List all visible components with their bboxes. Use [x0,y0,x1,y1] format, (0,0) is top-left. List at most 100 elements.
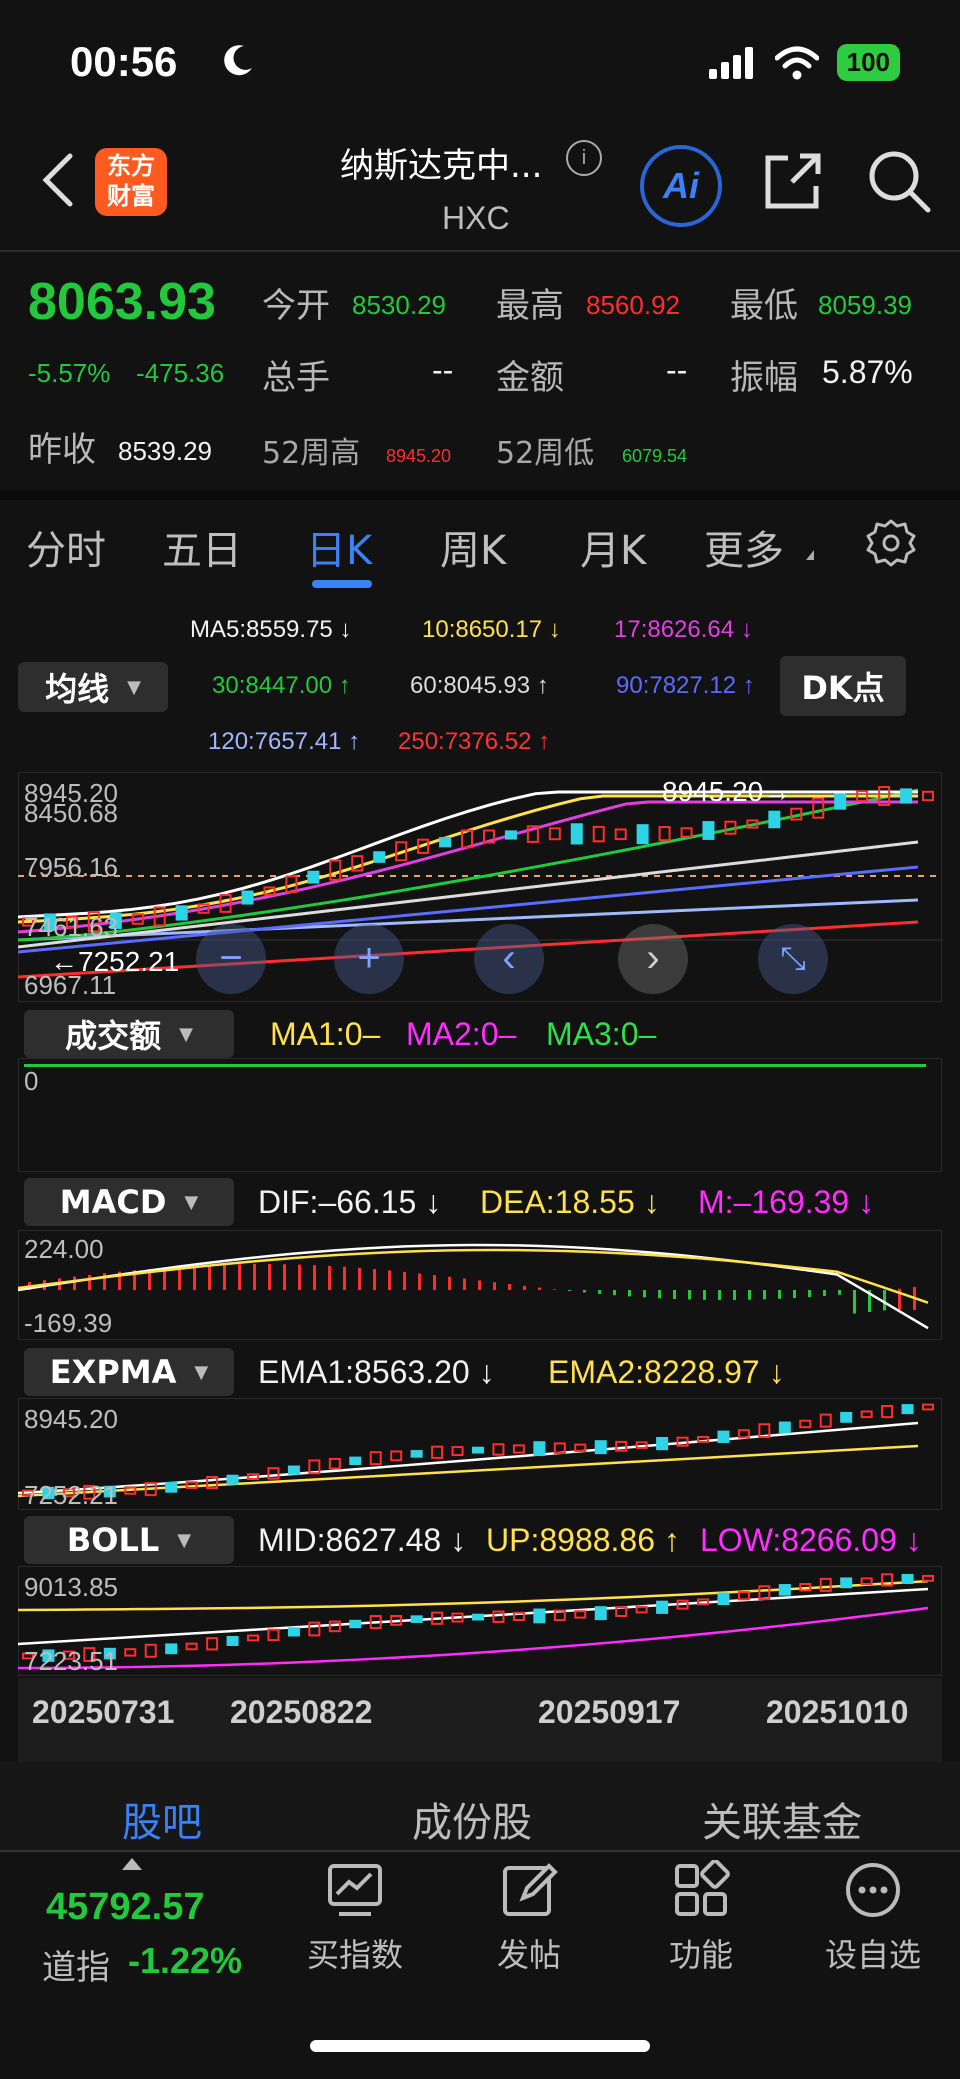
candlestick [680,827,693,838]
apps-grid-icon [671,1859,731,1920]
candlestick [328,1457,341,1470]
candlestick [165,1643,178,1655]
macd-bar [88,1274,91,1290]
macd-bar [508,1284,511,1290]
candlestick [165,1481,178,1493]
tab-constituents[interactable]: 成份股 [412,1790,532,1848]
zoom-out-button[interactable]: − [196,924,266,994]
dropdown-caret-icon: ▼ [177,1529,192,1551]
macd-bar [568,1290,571,1291]
moon-icon [218,40,258,80]
boll-chart[interactable] [18,1566,942,1676]
ma17-value: 17:8626.64 ↓ [614,616,753,643]
dk-point-button[interactable]: DK点 [780,656,906,716]
nav-post[interactable]: 发帖 [464,1860,594,1976]
nav-add-watchlist[interactable]: 设自选 [808,1860,938,1976]
macd-bar [793,1290,796,1299]
zoom-in-button[interactable]: + [334,924,404,994]
vol-ma1: MA1:0– [270,1016,381,1052]
candlestick [592,825,605,843]
expma-chart[interactable] [18,1398,942,1510]
macd-bar [778,1290,781,1299]
tab-more[interactable]: 更多 [704,518,784,576]
tab-related-funds[interactable]: 关联基金 [702,1790,862,1848]
macd-bar [433,1275,436,1290]
boll-indicator-selector[interactable]: BOLL ▼ [24,1516,234,1564]
scroll-left-button[interactable]: ‹ [474,924,544,994]
candlestick [717,1430,730,1443]
tab-daily-k[interactable]: 日K [306,518,372,576]
candlestick [373,851,386,863]
candlestick [717,1592,730,1606]
scroll-right-button[interactable]: › [618,924,688,994]
nav-add-watchlist-label: 设自选 [824,1936,921,1974]
ma250-value: 250:7376.52 ↑ [398,728,551,755]
candlestick [533,1441,546,1457]
fullscreen-icon[interactable]: ⤡ [758,924,828,994]
more-caret-icon [806,550,814,560]
candlestick [901,1404,914,1415]
macd-bar [748,1290,751,1300]
expma-ema2: EMA2:8228.97 ↓ [548,1354,785,1390]
amount-value: -- [666,352,688,388]
nav-functions-label: 功能 [668,1936,733,1974]
ma-selector[interactable]: 均线 ▼ [18,662,168,712]
macd-bar [358,1267,361,1290]
battery-indicator: 100 [836,44,900,81]
expma-indicator-selector[interactable]: EXPMA ▼ [24,1348,234,1396]
date-label-1: 20250731 [32,1694,175,1730]
search-icon[interactable] [866,148,932,214]
macd-bar [298,1264,301,1290]
candlestick [349,1619,362,1629]
dow-value[interactable]: 45792.57 [46,1886,205,1929]
candlestick [349,1456,362,1466]
nav-buy-index[interactable]: 买指数 [290,1860,420,1976]
chart-board-icon [325,1860,385,1920]
ai-button[interactable]: Ai [640,145,722,227]
tab-weekly-k[interactable]: 周K [440,518,506,576]
candlestick [656,1600,669,1614]
expma-bottom-label: 7252.21 [24,1480,118,1510]
candlestick [635,1605,648,1614]
ma10-value: 10:8650.17 ↓ [422,616,561,643]
boll-low: LOW:8266.09 ↓ [700,1522,922,1558]
week52-high-label: 52周高 [262,436,361,471]
settings-gear-icon[interactable] [866,518,916,568]
macd-indicator-selector[interactable]: MACD ▼ [24,1178,234,1226]
min-price-marker: ←7252.21 [50,946,180,977]
macd-bar [673,1290,676,1299]
nav-functions[interactable]: 功能 [636,1859,766,1976]
dropdown-caret-icon: ▼ [184,1191,199,1213]
prev-close-label: 昨收 [28,430,96,470]
tab-stock-forum[interactable]: 股吧 [122,1790,202,1848]
macd-bar [763,1290,766,1300]
indicator-line [18,1248,929,1304]
back-button[interactable] [38,150,78,210]
candlestick [206,1637,219,1651]
share-icon[interactable] [762,150,824,212]
boll-bottom-label: 7223.51 [24,1646,118,1676]
volume-chart[interactable] [18,1058,942,1172]
macd-bar [403,1271,406,1290]
dropdown-caret-icon: ▼ [179,1023,193,1045]
candlestick [472,1446,484,1454]
macd-chart[interactable] [18,1230,942,1340]
macd-bottom-label: -169.39 [24,1308,113,1338]
macd-bar [448,1276,451,1290]
boll-selector-label: BOLL [66,1521,160,1559]
macd-bar [193,1265,196,1290]
tab-monthly-k[interactable]: 月K [580,518,646,576]
vol-ma2: MA2:0– [406,1016,517,1052]
macd-selector-label: MACD [59,1183,167,1221]
candlestick [860,1577,873,1586]
tab-five-day[interactable]: 五日 [162,518,242,576]
candlestick [185,1642,198,1651]
expand-arrow-icon[interactable] [122,1858,142,1870]
candlestick [308,1621,321,1637]
info-icon[interactable]: i [566,140,602,176]
volume-indicator-selector[interactable]: 成交额 ▼ [24,1010,234,1058]
candlestick [512,1444,525,1454]
candlestick [819,1577,832,1592]
tab-intraday[interactable]: 分时 [26,518,106,576]
macd-bar [688,1290,691,1300]
